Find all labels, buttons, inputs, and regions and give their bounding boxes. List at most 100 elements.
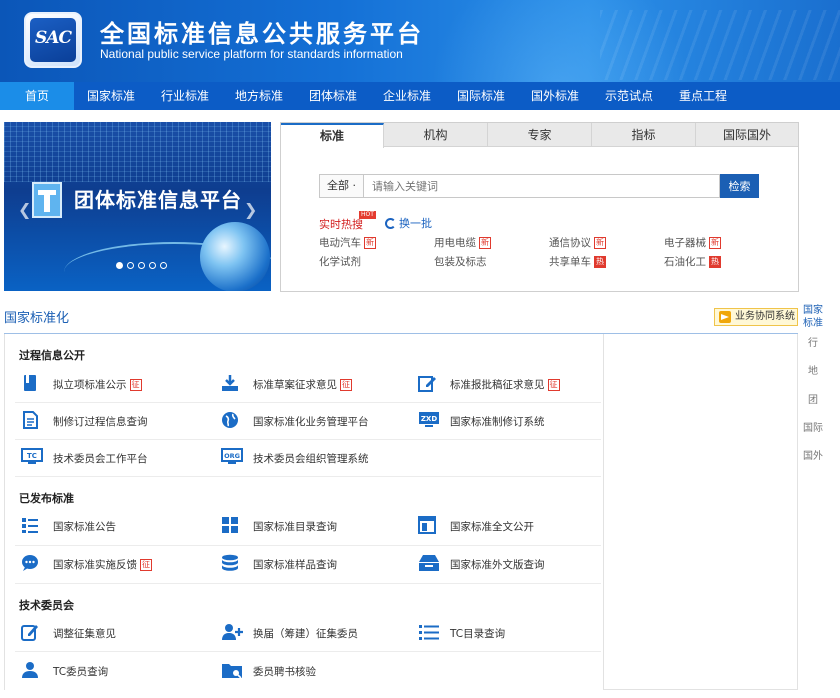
nav-item-local[interactable]: 地方标准 bbox=[222, 82, 296, 110]
service-item-business-platform[interactable]: 国家标准化业务管理平台 bbox=[221, 409, 411, 433]
carousel-dot[interactable] bbox=[149, 262, 156, 269]
search-button[interactable]: 检索 bbox=[720, 174, 759, 198]
document-icon bbox=[23, 411, 38, 429]
business-collaboration-label: 业务协同系统 bbox=[735, 311, 795, 322]
nav-item-foreign[interactable]: 国外标准 bbox=[518, 82, 592, 110]
service-label: TC目录查询 bbox=[450, 628, 506, 640]
service-item-tc-catalog[interactable]: TC目录查询 bbox=[418, 621, 608, 645]
service-item-recruit-members[interactable]: 换届（筹建）征集委员 bbox=[221, 621, 411, 645]
search-scope-select[interactable]: 全部 · bbox=[319, 174, 363, 198]
carousel-dot[interactable] bbox=[138, 262, 145, 269]
search-tabs: 标准 机构 专家 指标 国际国外 bbox=[281, 123, 798, 148]
service-label: 国家标准外文版查询 bbox=[450, 559, 545, 571]
hot-keyword[interactable]: 包装及标志 bbox=[434, 254, 487, 269]
service-item-tc-org-system[interactable]: ORG 技术委员会组织管理系统 bbox=[221, 446, 411, 470]
service-label: 换届（筹建）征集委员 bbox=[253, 628, 358, 640]
side-tab-industry[interactable]: 行 bbox=[800, 337, 826, 350]
sac-logo[interactable]: SAC bbox=[24, 12, 82, 68]
chevron-left-icon[interactable]: ❮ bbox=[18, 200, 31, 219]
service-label: 委员聘书核验 bbox=[253, 666, 316, 678]
tab-international[interactable]: 国际国外 bbox=[696, 123, 798, 147]
chevron-right-icon[interactable]: ❯ bbox=[244, 200, 257, 219]
service-item-catalog-query[interactable]: 国家标准目录查询 bbox=[221, 514, 411, 538]
new-tag: 新 bbox=[709, 237, 721, 249]
logo-text: SAC bbox=[35, 28, 72, 48]
service-item-feedback[interactable]: 国家标准实施反馈征 bbox=[21, 552, 211, 576]
search-panel: 标准 机构 专家 指标 国际国外 全部 · 检索 实时热搜 HOT 换一批 电动… bbox=[280, 122, 799, 292]
service-item-revision-system[interactable]: ZXD 国家标准制修订系统 bbox=[418, 409, 608, 433]
service-item-tc-workplatform[interactable]: TC 技术委员会工作平台 bbox=[21, 446, 211, 470]
chat-icon bbox=[22, 555, 38, 571]
user-icon bbox=[22, 662, 38, 678]
group-title: 已发布标准 bbox=[19, 492, 74, 505]
tab-expert[interactable]: 专家 bbox=[488, 123, 592, 147]
new-tag: 新 bbox=[364, 237, 376, 249]
side-tab-local[interactable]: 地 bbox=[800, 365, 826, 378]
nav-item-international[interactable]: 国际标准 bbox=[444, 82, 518, 110]
hot-keyword[interactable]: 化学试剂 bbox=[319, 254, 361, 269]
group-title: 技术委员会 bbox=[19, 599, 74, 612]
hot-keyword[interactable]: 通信协议新 bbox=[549, 235, 606, 250]
hot-keyword[interactable]: 共享单车热 bbox=[549, 254, 606, 269]
nav-item-home[interactable]: 首页 bbox=[0, 82, 74, 110]
hot-tag: 热 bbox=[709, 256, 721, 268]
side-tab-international[interactable]: 国际 bbox=[800, 422, 826, 435]
nav-item-industry[interactable]: 行业标准 bbox=[148, 82, 222, 110]
service-item-samples[interactable]: 国家标准样品查询 bbox=[221, 552, 411, 576]
hot-tag: 热 bbox=[594, 256, 606, 268]
row-divider bbox=[15, 545, 601, 546]
service-label: 拟立项标准公示 bbox=[53, 379, 127, 391]
carousel-dots bbox=[116, 259, 171, 272]
service-label: 技术委员会工作平台 bbox=[53, 453, 148, 465]
hot-keyword[interactable]: 用电电缆新 bbox=[434, 235, 491, 250]
site-header: SAC 全国标准信息公共服务平台 National public service… bbox=[0, 0, 840, 82]
banner-carousel[interactable]: 团体标准信息平台 ❮ ❯ bbox=[4, 122, 271, 291]
globe-icon bbox=[222, 412, 238, 428]
nav-item-national[interactable]: 国家标准 bbox=[74, 82, 148, 110]
row-divider bbox=[15, 583, 601, 584]
header-pattern bbox=[600, 10, 840, 80]
tab-indicator[interactable]: 指标 bbox=[592, 123, 696, 147]
service-item-draft-comments[interactable]: 标准草案征求意见征 bbox=[221, 372, 411, 396]
carousel-dot[interactable] bbox=[160, 262, 167, 269]
row-divider bbox=[15, 402, 601, 403]
refresh-button[interactable]: 换一批 bbox=[385, 215, 432, 231]
search-bar: 全部 · 检索 bbox=[319, 174, 760, 198]
service-item-proposed-projects[interactable]: 拟立项标准公示征 bbox=[21, 372, 211, 396]
service-item-foreign-version[interactable]: 国家标准外文版查询 bbox=[418, 552, 608, 576]
hot-badge: HOT bbox=[359, 211, 376, 219]
hot-keyword[interactable]: 电子器械新 bbox=[664, 235, 721, 250]
service-item-adjust-comments[interactable]: 调整征集意见 bbox=[21, 621, 211, 645]
hot-keyword[interactable]: 电动汽车新 bbox=[319, 235, 376, 250]
banner-title: 团体标准信息平台 bbox=[74, 188, 242, 212]
service-item-fulltext[interactable]: 国家标准全文公开 bbox=[418, 514, 608, 538]
nav-item-enterprise[interactable]: 企业标准 bbox=[370, 82, 444, 110]
service-label: 国家标准目录查询 bbox=[253, 521, 337, 533]
service-label: 国家标准化业务管理平台 bbox=[253, 416, 369, 428]
service-item-certificate-verify[interactable]: 委员聘书核验 bbox=[221, 659, 411, 683]
carousel-dot[interactable] bbox=[127, 262, 134, 269]
service-item-approval-comments[interactable]: 标准报批稿征求意见征 bbox=[418, 372, 608, 396]
side-tab-group[interactable]: 团 bbox=[800, 394, 826, 407]
search-input[interactable] bbox=[363, 174, 720, 198]
nav-item-group[interactable]: 团体标准 bbox=[296, 82, 370, 110]
business-collaboration-button[interactable]: 业务协同系统 bbox=[714, 308, 798, 326]
hot-keyword[interactable]: 石油化工热 bbox=[664, 254, 721, 269]
service-item-process-query[interactable]: 制修订过程信息查询 bbox=[21, 409, 211, 433]
tab-standard[interactable]: 标准 bbox=[281, 123, 384, 148]
download-icon bbox=[222, 375, 238, 391]
nav-item-key-projects[interactable]: 重点工程 bbox=[666, 82, 740, 110]
side-tab-foreign[interactable]: 国外 bbox=[800, 450, 826, 463]
nav-item-pilot[interactable]: 示范试点 bbox=[592, 82, 666, 110]
globe-icon bbox=[200, 222, 270, 291]
carousel-dot[interactable] bbox=[116, 262, 123, 269]
side-tab-national[interactable]: 国家 标准 bbox=[800, 304, 826, 330]
service-label: 技术委员会组织管理系统 bbox=[253, 453, 369, 465]
edit-square-icon bbox=[21, 625, 38, 641]
service-item-announcement[interactable]: 国家标准公告 bbox=[21, 514, 211, 538]
refresh-label: 换一批 bbox=[399, 217, 432, 230]
service-item-tc-member-query[interactable]: TC委员查询 bbox=[21, 659, 211, 683]
add-user-icon bbox=[222, 624, 243, 640]
tab-institution[interactable]: 机构 bbox=[384, 123, 488, 147]
site-title: 全国标准信息公共服务平台 bbox=[100, 20, 424, 48]
